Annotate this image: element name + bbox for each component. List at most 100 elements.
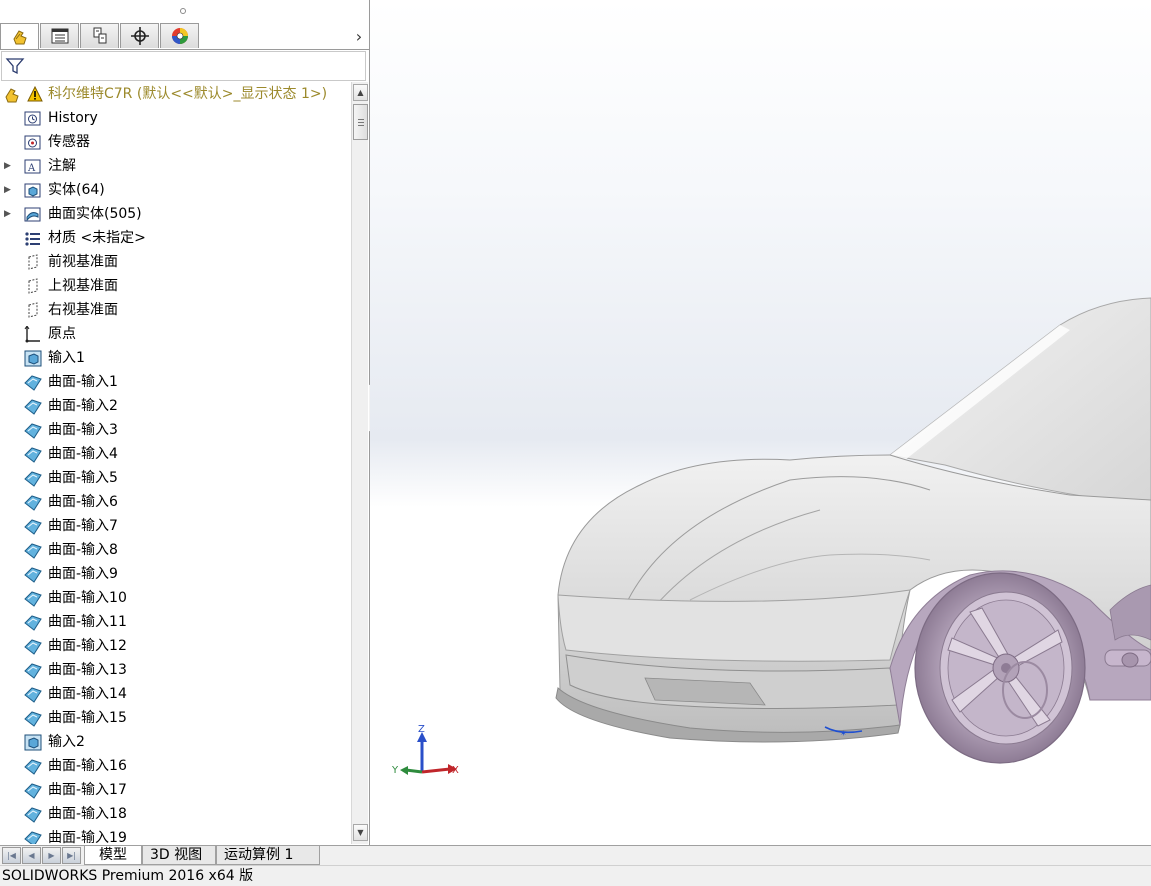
tree-item-label: 曲面-输入1	[48, 374, 118, 390]
tree-item-label: 原点	[48, 326, 76, 342]
imported-surface-icon	[24, 639, 42, 655]
filter-icon[interactable]	[5, 56, 25, 76]
part-icon	[5, 88, 19, 103]
imported-surface-icon	[24, 687, 42, 703]
chevron-right-icon[interactable]: ›	[350, 25, 368, 47]
tree-item[interactable]: 曲面-输入15	[0, 706, 351, 730]
tree-item[interactable]: 原点	[0, 322, 351, 346]
tree-item[interactable]: 曲面-输入6	[0, 490, 351, 514]
tree-item[interactable]: 前视基准面	[0, 250, 351, 274]
tree-scrollbar[interactable]: ▲ ▼	[351, 82, 368, 844]
tree-item-label: 实体(64)	[48, 182, 105, 198]
next-tab-icon[interactable]: ▶	[42, 847, 61, 864]
graphics-viewport[interactable]: ✶ Z X Y	[370, 0, 1151, 845]
axis-z-label: Z	[418, 724, 425, 735]
tree-item[interactable]: 曲面-输入17	[0, 778, 351, 802]
tree-item[interactable]: 曲面-输入18	[0, 802, 351, 826]
tab-configuration-manager[interactable]	[80, 23, 119, 48]
tab-3d-view[interactable]: 3D 视图	[142, 846, 216, 865]
tree-item[interactable]: 曲面-输入3	[0, 418, 351, 442]
manager-tab-bar: ›	[0, 23, 369, 50]
tab-model[interactable]: 模型	[84, 846, 142, 865]
tree-item-label: 曲面-输入18	[48, 806, 127, 822]
tree-item-label: 曲面-输入10	[48, 590, 127, 606]
tree-item-label: 曲面-输入17	[48, 782, 127, 798]
tree-item-label: 曲面-输入4	[48, 446, 118, 462]
tree-item-label: 曲面-输入2	[48, 398, 118, 414]
panel-drag-handle[interactable]	[180, 8, 186, 14]
tree-item[interactable]: 传感器	[0, 130, 351, 154]
tree-item-label: History	[48, 110, 98, 126]
surface-bodies-icon	[24, 207, 41, 222]
tree-item-label: 输入1	[48, 350, 85, 366]
previous-tab-icon[interactable]: ◀	[22, 847, 41, 864]
tree-item-label: 曲面-输入16	[48, 758, 127, 774]
scroll-thumb[interactable]	[353, 104, 368, 140]
plane-icon	[28, 302, 38, 318]
tree-item[interactable]: 曲面-输入10	[0, 586, 351, 610]
configuration-manager-icon	[93, 27, 106, 44]
tree-item[interactable]: 曲面-输入9	[0, 562, 351, 586]
status-text: SOLIDWORKS Premium 2016 x64 版	[2, 868, 254, 884]
tree-item-label: 曲面-输入9	[48, 566, 118, 582]
solid-bodies-icon	[24, 183, 41, 198]
tree-item-label: 曲面-输入8	[48, 542, 118, 558]
tree-filter-bar[interactable]	[1, 51, 366, 81]
imported-surface-icon	[24, 807, 42, 823]
tree-item[interactable]: 曲面-输入2	[0, 394, 351, 418]
imported-surface-icon	[24, 471, 42, 487]
tree-item[interactable]: 上视基准面	[0, 274, 351, 298]
tree-item-label: 右视基准面	[48, 302, 118, 318]
tree-item[interactable]: 曲面-输入7	[0, 514, 351, 538]
tree-item[interactable]: 曲面-输入8	[0, 538, 351, 562]
tree-root-part[interactable]: 科尔维特C7R (默认<<默认>_显示状态 1>)	[0, 82, 351, 106]
tree-item[interactable]: 曲面-输入16	[0, 754, 351, 778]
tree-item[interactable]: History	[0, 106, 351, 130]
display-manager-icon	[171, 28, 188, 44]
tab-property-manager[interactable]	[40, 23, 79, 48]
tree-item[interactable]: 材质 <未指定>	[0, 226, 351, 250]
tree-item[interactable]: 曲面-输入11	[0, 610, 351, 634]
expand-arrow-icon[interactable]: ▶	[4, 184, 14, 196]
tree-item[interactable]: 曲面-输入14	[0, 682, 351, 706]
tree-item[interactable]: ▶ 实体(64)	[0, 178, 351, 202]
property-manager-icon	[51, 28, 68, 44]
imported-surface-icon	[24, 447, 42, 463]
first-tab-icon[interactable]: |◀	[2, 847, 21, 864]
tree-item[interactable]: 输入2	[0, 730, 351, 754]
axis-x-label: X	[452, 765, 459, 776]
tree-item-label: 曲面-输入7	[48, 518, 118, 534]
sensor-icon	[24, 135, 41, 150]
tree-item-label: 曲面-输入3	[48, 422, 118, 438]
tree-item-label: 曲面-输入6	[48, 494, 118, 510]
tree-item[interactable]: 曲面-输入12	[0, 634, 351, 658]
material-icon	[25, 232, 40, 246]
scroll-down-button[interactable]: ▼	[353, 824, 368, 841]
tab-dimxpert-manager[interactable]	[120, 23, 159, 48]
tab-motion-study[interactable]: 运动算例 1	[216, 846, 320, 865]
tree-item[interactable]: 曲面-输入1	[0, 370, 351, 394]
tree-item[interactable]: 曲面-输入13	[0, 658, 351, 682]
tree-item[interactable]: ▶ 曲面实体(505)	[0, 202, 351, 226]
dimxpert-manager-icon	[130, 27, 149, 45]
tree-item[interactable]: 右视基准面	[0, 298, 351, 322]
tab-display-manager[interactable]	[160, 23, 199, 48]
svg-text:✶: ✶	[840, 729, 847, 738]
expand-arrow-icon[interactable]: ▶	[4, 208, 14, 220]
car-model[interactable]: ✶	[370, 0, 1151, 845]
tree-item[interactable]: 输入1	[0, 346, 351, 370]
imported-body-icon	[24, 350, 42, 367]
origin-icon	[24, 326, 40, 343]
feature-manager-icon	[12, 29, 27, 44]
tree-item[interactable]: 曲面-输入19	[0, 826, 351, 844]
axis-y-label: Y	[391, 765, 399, 776]
expand-arrow-icon[interactable]: ▶	[4, 160, 14, 172]
tree-item-label: 输入2	[48, 734, 85, 750]
tree-item[interactable]: 曲面-输入5	[0, 466, 351, 490]
tree-item[interactable]: ▶ A 注解	[0, 154, 351, 178]
tree-item[interactable]: 曲面-输入4	[0, 442, 351, 466]
feature-manager-panel: › 科尔维特C7R (默认<<默认>_显示状态 1>) History 传感器 ▶ A 注…	[0, 0, 370, 845]
last-tab-icon[interactable]: ▶|	[62, 847, 81, 864]
scroll-up-button[interactable]: ▲	[353, 84, 368, 101]
tab-feature-manager[interactable]	[0, 23, 39, 49]
